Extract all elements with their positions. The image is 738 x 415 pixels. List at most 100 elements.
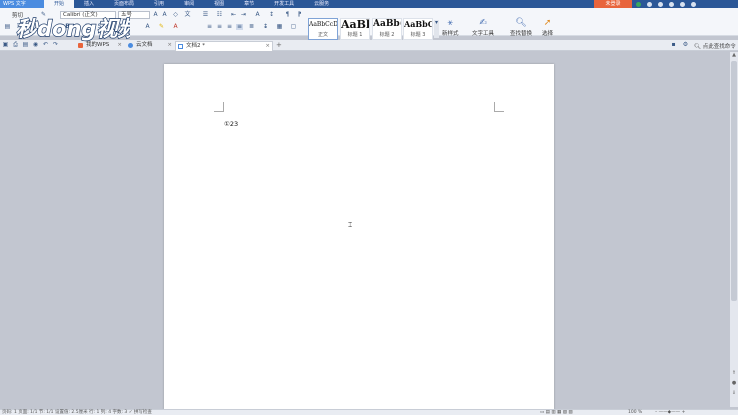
- select-label: 选择: [542, 31, 554, 37]
- align-right-icon[interactable]: ≡: [226, 24, 233, 30]
- style-heading-1[interactable]: AaBb 标题 1: [340, 18, 370, 40]
- tab-developer[interactable]: 开发工具: [264, 0, 304, 8]
- select-cursor-icon: ➚: [543, 18, 552, 28]
- bold-icon[interactable]: B: [64, 24, 71, 30]
- style-normal[interactable]: AaBbCcDd 正文: [308, 18, 338, 40]
- tab-review[interactable]: 审阅: [174, 0, 204, 8]
- superscript-icon[interactable]: x²: [108, 24, 115, 30]
- add-tab-button[interactable]: +: [276, 41, 282, 49]
- phonetic-icon[interactable]: 文: [184, 12, 191, 18]
- tab-cloud-docs-label: 云文档: [136, 42, 153, 48]
- tab-page-layout[interactable]: 页面布局: [104, 0, 144, 8]
- select-browse-icon[interactable]: ●: [730, 380, 738, 386]
- document-page[interactable]: ①23: [164, 64, 554, 410]
- new-style-label: 新样式: [442, 31, 459, 37]
- tab-cloud[interactable]: 云服务: [304, 0, 339, 8]
- zoom-slider[interactable]: – ——◆—— +: [655, 410, 685, 415]
- command-search[interactable]: 🔍︎ 点此查找命令: [694, 42, 736, 50]
- shrink-font-icon[interactable]: A: [161, 12, 168, 18]
- undo-icon[interactable]: ↶: [42, 42, 49, 48]
- tab-list-icon[interactable]: ▪: [670, 42, 677, 48]
- tab-view[interactable]: 视图: [204, 0, 234, 8]
- document-body-text[interactable]: ①23: [224, 120, 238, 128]
- highlight-icon[interactable]: ✎: [158, 24, 165, 30]
- sort-icon[interactable]: ↕: [268, 12, 275, 18]
- italic-icon[interactable]: I: [74, 24, 81, 30]
- scroll-thumb[interactable]: [731, 61, 737, 301]
- tab-insert[interactable]: 插入: [74, 0, 104, 8]
- bullets-icon[interactable]: ☰: [202, 12, 209, 18]
- borders-icon[interactable]: ▢: [290, 24, 297, 30]
- help-icon[interactable]: [658, 1, 663, 7]
- line-spacing-icon[interactable]: ↨: [262, 24, 269, 30]
- app-menu-button[interactable]: WPS 文字: [0, 0, 44, 8]
- font-name-select[interactable]: Calibri (正文): [60, 11, 116, 19]
- wps-icon: [78, 43, 83, 48]
- style-heading-2-name: 标题 2: [379, 32, 395, 38]
- login-button[interactable]: 未登录: [594, 0, 632, 8]
- tab-document2-label: 文档2 *: [186, 43, 205, 49]
- show-marks-icon[interactable]: ¶: [284, 12, 291, 18]
- tab-section[interactable]: 章节: [234, 0, 264, 8]
- document-tab-bar: ▣ ⎙ ▤ ◉ ↶ ↷ 我的WPS × 云文档 × 文档2 * × ▪ ⚙: [0, 40, 738, 51]
- tab-home[interactable]: 开始: [44, 0, 75, 8]
- status-bar: 页码: 1 页面: 1/1 节: 1/1 设置值: 2.5厘米 行: 1 列: …: [0, 409, 738, 415]
- font-effect-icon[interactable]: A: [144, 24, 151, 30]
- vertical-scrollbar[interactable]: ▲ ⇑ ● ⇓: [730, 52, 738, 407]
- copy-icon[interactable]: ❐: [16, 24, 23, 30]
- styles-scroll-icon[interactable]: ▾: [434, 20, 439, 38]
- underline-icon[interactable]: U: [84, 24, 91, 30]
- tab-cloud-docs[interactable]: 云文档 ×: [126, 41, 174, 51]
- export-pdf-icon[interactable]: ▤: [22, 42, 29, 48]
- scroll-up-icon[interactable]: ▲: [730, 52, 738, 58]
- clear-format-icon[interactable]: ◇: [172, 12, 179, 18]
- tab-my-wps[interactable]: 我的WPS ×: [76, 41, 124, 51]
- shading-icon[interactable]: ▦: [276, 24, 283, 30]
- print-icon[interactable]: ⎙: [12, 42, 19, 48]
- style-heading-2[interactable]: AaBb( 标题 2: [372, 18, 402, 40]
- tab-document2[interactable]: 文档2 * ×: [175, 41, 273, 51]
- outdent-icon[interactable]: ⇤: [230, 12, 237, 18]
- paste-icon[interactable]: ▤: [4, 24, 11, 30]
- save-icon[interactable]: ▣: [2, 42, 9, 48]
- distributed-icon[interactable]: ≣: [248, 24, 255, 30]
- align-center-icon[interactable]: ≡: [216, 24, 223, 30]
- sync-icon[interactable]: [636, 1, 641, 7]
- justify-icon[interactable]: ≡: [236, 24, 243, 30]
- chinese-layout-icon[interactable]: A: [254, 12, 261, 18]
- close-icon[interactable]: ×: [265, 42, 270, 51]
- find-replace-button[interactable]: 🔍︎ 查找替换: [510, 18, 532, 37]
- restore-icon[interactable]: [680, 1, 685, 7]
- skin-icon[interactable]: [647, 1, 652, 7]
- close-icon[interactable]: ×: [167, 41, 172, 50]
- preview-icon[interactable]: ◉: [32, 42, 39, 48]
- select-button[interactable]: ➚ 选择: [542, 18, 553, 37]
- redo-icon[interactable]: ↷: [52, 42, 59, 48]
- minimize-icon[interactable]: [669, 1, 674, 7]
- font-color-icon[interactable]: A: [172, 24, 179, 30]
- settings-icon[interactable]: ⚙: [682, 42, 689, 48]
- format-painter-icon[interactable]: ✎: [40, 12, 47, 18]
- new-style-button[interactable]: ⚹ 新样式: [442, 18, 459, 37]
- next-page-icon[interactable]: ⇓: [730, 390, 738, 396]
- zoom-level[interactable]: 100 %: [628, 410, 642, 415]
- style-heading-3[interactable]: AaBbC 标题 3: [403, 18, 433, 40]
- style-normal-name: 正文: [317, 32, 328, 38]
- pilcrow-icon[interactable]: ⁋: [296, 12, 303, 18]
- style-heading-3-name: 标题 3: [410, 32, 426, 38]
- close-icon[interactable]: ×: [117, 41, 122, 50]
- font-size-select[interactable]: 五号: [118, 11, 150, 19]
- align-left-icon[interactable]: ≡: [206, 24, 213, 30]
- numbering-icon[interactable]: ☷: [216, 12, 223, 18]
- previous-page-icon[interactable]: ⇑: [730, 370, 738, 376]
- tab-references[interactable]: 引用: [144, 0, 174, 8]
- strikethrough-icon[interactable]: S: [96, 24, 103, 30]
- subscript-icon[interactable]: x₂: [120, 24, 127, 30]
- cut-button[interactable]: 剪切: [12, 11, 23, 19]
- close-icon[interactable]: [691, 1, 696, 7]
- tab-my-wps-label: 我的WPS: [86, 42, 110, 48]
- text-tools-button[interactable]: ✍ 文字工具: [472, 18, 494, 37]
- grow-font-icon[interactable]: A: [152, 12, 159, 18]
- view-mode-icons[interactable]: ▭ ▤ ▥ ▦ ▧ ▨: [540, 410, 573, 415]
- indent-icon[interactable]: ⇥: [240, 12, 247, 18]
